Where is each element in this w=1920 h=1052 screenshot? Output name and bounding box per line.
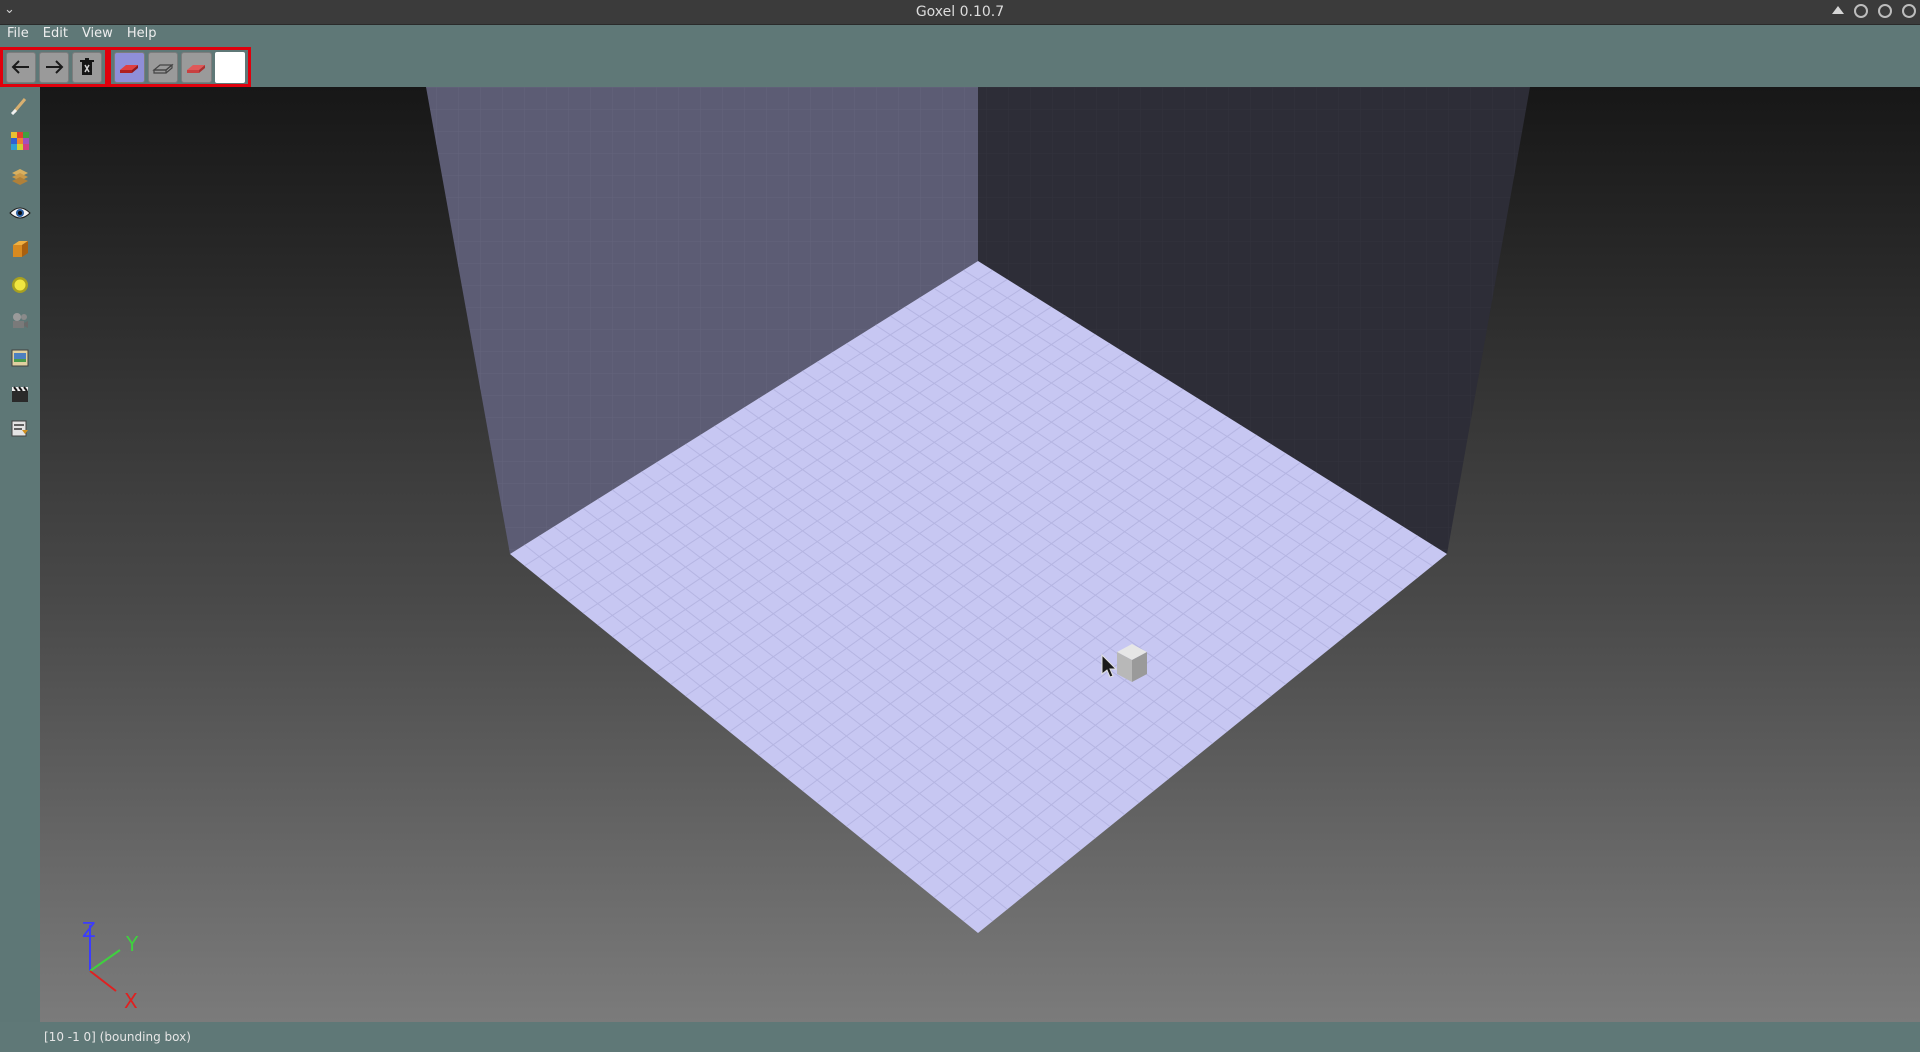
trash-icon (80, 58, 94, 75)
scene: Z Y X (82, 87, 1530, 1013)
menu-view[interactable]: View (75, 25, 120, 42)
add-mode-button[interactable] (114, 51, 145, 83)
menu-help[interactable]: Help (120, 25, 164, 42)
z-axis-label: Z (82, 918, 96, 942)
tool-view[interactable] (0, 198, 40, 228)
tool-render[interactable] (0, 379, 40, 409)
window-title: Goxel 0.10.7 (915, 4, 1005, 20)
menu-file[interactable]: File (0, 25, 36, 42)
tool-shapes[interactable] (0, 234, 40, 264)
history-group (0, 47, 108, 87)
brush-icon (10, 98, 27, 115)
tool-brush[interactable] (0, 90, 40, 120)
status-bar: [10 -1 0] (bounding box) (44, 1030, 191, 1044)
add-mode-icon (120, 65, 139, 73)
export-icon (11, 420, 28, 437)
y-axis-label: Y (125, 932, 139, 956)
light-icon (12, 277, 28, 293)
undo-icon (11, 60, 29, 74)
undo-button[interactable] (6, 51, 36, 83)
y-axis (89, 949, 121, 972)
window-controls (1832, 4, 1916, 18)
color-swatch[interactable] (214, 51, 246, 83)
tool-camera[interactable] (0, 306, 40, 336)
toolbar (0, 47, 260, 87)
tool-sidebar (0, 87, 40, 1022)
title-bar: ⌄ Goxel 0.10.7 (0, 0, 1920, 25)
menu-bar: File Edit View Help (0, 25, 163, 42)
palette-icon (11, 132, 29, 150)
layers-icon (12, 169, 28, 185)
cube-icon (13, 241, 28, 257)
tool-layers[interactable] (0, 162, 40, 192)
x-axis-label: X (124, 989, 138, 1013)
sub-mode-icon (152, 63, 174, 74)
3d-viewport[interactable]: Z Y X (40, 87, 1920, 1022)
paint-mode-icon (187, 65, 206, 73)
tool-palette[interactable] (0, 126, 40, 156)
eye-icon (9, 207, 31, 219)
shade-icon[interactable] (1832, 6, 1844, 14)
minimize-button[interactable] (1854, 4, 1868, 18)
tool-image[interactable] (0, 343, 40, 373)
tool-light[interactable] (0, 270, 40, 300)
voxel-cursor (1117, 644, 1147, 682)
sub-mode-button[interactable] (147, 51, 179, 83)
clapboard-icon (12, 386, 28, 402)
mode-group (108, 47, 251, 87)
clear-button[interactable] (72, 51, 102, 83)
tool-export[interactable] (0, 413, 40, 443)
image-icon (11, 349, 29, 367)
redo-icon (46, 60, 64, 74)
paint-mode-button[interactable] (181, 51, 212, 83)
x-axis (89, 970, 117, 992)
axis-gizmo: Z Y X (82, 918, 139, 1013)
menu-edit[interactable]: Edit (36, 25, 75, 42)
maximize-button[interactable] (1878, 4, 1892, 18)
close-button[interactable] (1902, 4, 1916, 18)
camera-icon (13, 313, 28, 328)
redo-button[interactable] (39, 51, 69, 83)
